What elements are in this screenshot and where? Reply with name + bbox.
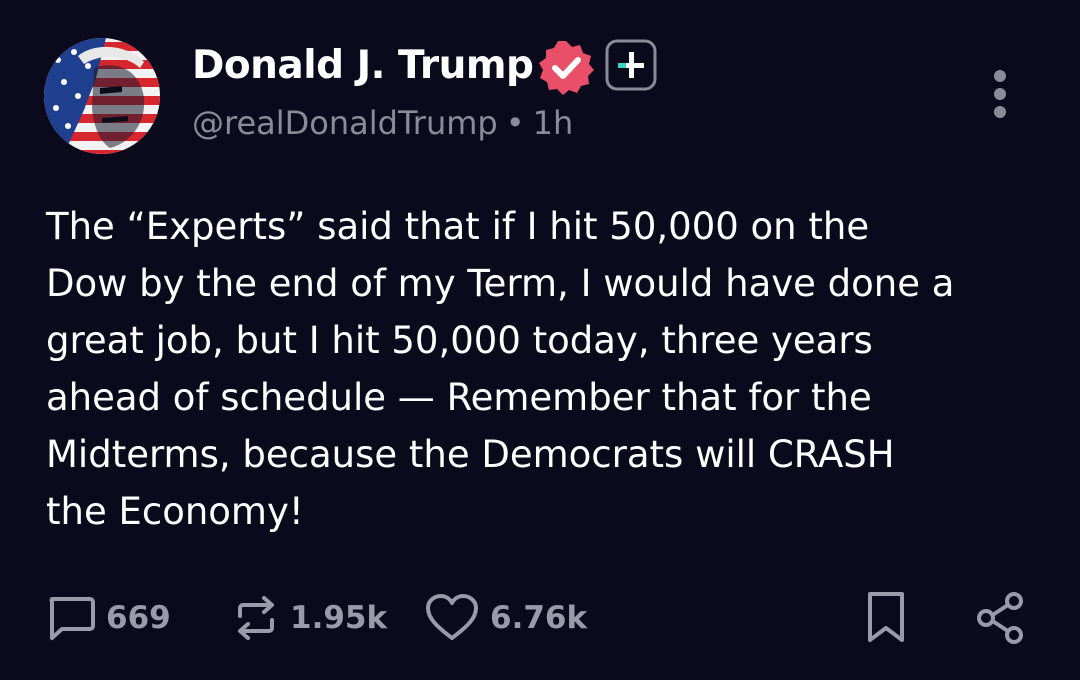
post-card: Donald J. Trump @realDonaldTrump • 1h The …: [0, 0, 1080, 680]
author-handle[interactable]: @realDonaldTrump: [192, 104, 498, 142]
share-button[interactable]: [974, 588, 1026, 648]
post-text-line: Midterms, because the Democrats will CRA…: [46, 433, 895, 476]
repost-count: 1.95k: [290, 600, 388, 636]
post-text: The “Experts” said that if I hit 50,000 …: [46, 198, 1046, 540]
plus-badge-icon: [604, 38, 658, 92]
bookmark-button[interactable]: [862, 588, 910, 648]
heart-icon: [426, 594, 478, 640]
author-handle-line: @realDonaldTrump • 1h: [192, 101, 573, 145]
post-text-line: the Economy!: [46, 490, 304, 533]
author-name[interactable]: Donald J. Trump: [192, 40, 534, 92]
like-button[interactable]: 6.76k: [424, 588, 587, 648]
post-time[interactable]: 1h: [533, 104, 574, 142]
reply-icon: [49, 597, 95, 640]
post-text-line: The “Experts” said that if I hit 50,000 …: [46, 205, 870, 248]
reply-button[interactable]: 669: [46, 588, 171, 648]
reply-count: 669: [106, 600, 171, 636]
share-icon: [977, 592, 1023, 644]
separator-dot: •: [505, 104, 525, 142]
post-text-line: great job, but I hit 50,000 today, three…: [46, 319, 873, 362]
repost-button[interactable]: 1.95k: [232, 588, 387, 648]
verified-badge-icon: [537, 38, 595, 96]
post-text-line: Dow by the end of my Term, I would have …: [46, 262, 955, 305]
post-text-line: ahead of schedule — Remember that for th…: [46, 376, 872, 419]
repost-icon: [238, 596, 274, 640]
avatar-image: [44, 38, 160, 154]
bookmark-icon: [868, 592, 904, 642]
more-options-button[interactable]: [980, 66, 1020, 126]
avatar[interactable]: [44, 38, 160, 154]
more-vertical-icon: [994, 70, 1006, 118]
like-count: 6.76k: [490, 600, 588, 636]
